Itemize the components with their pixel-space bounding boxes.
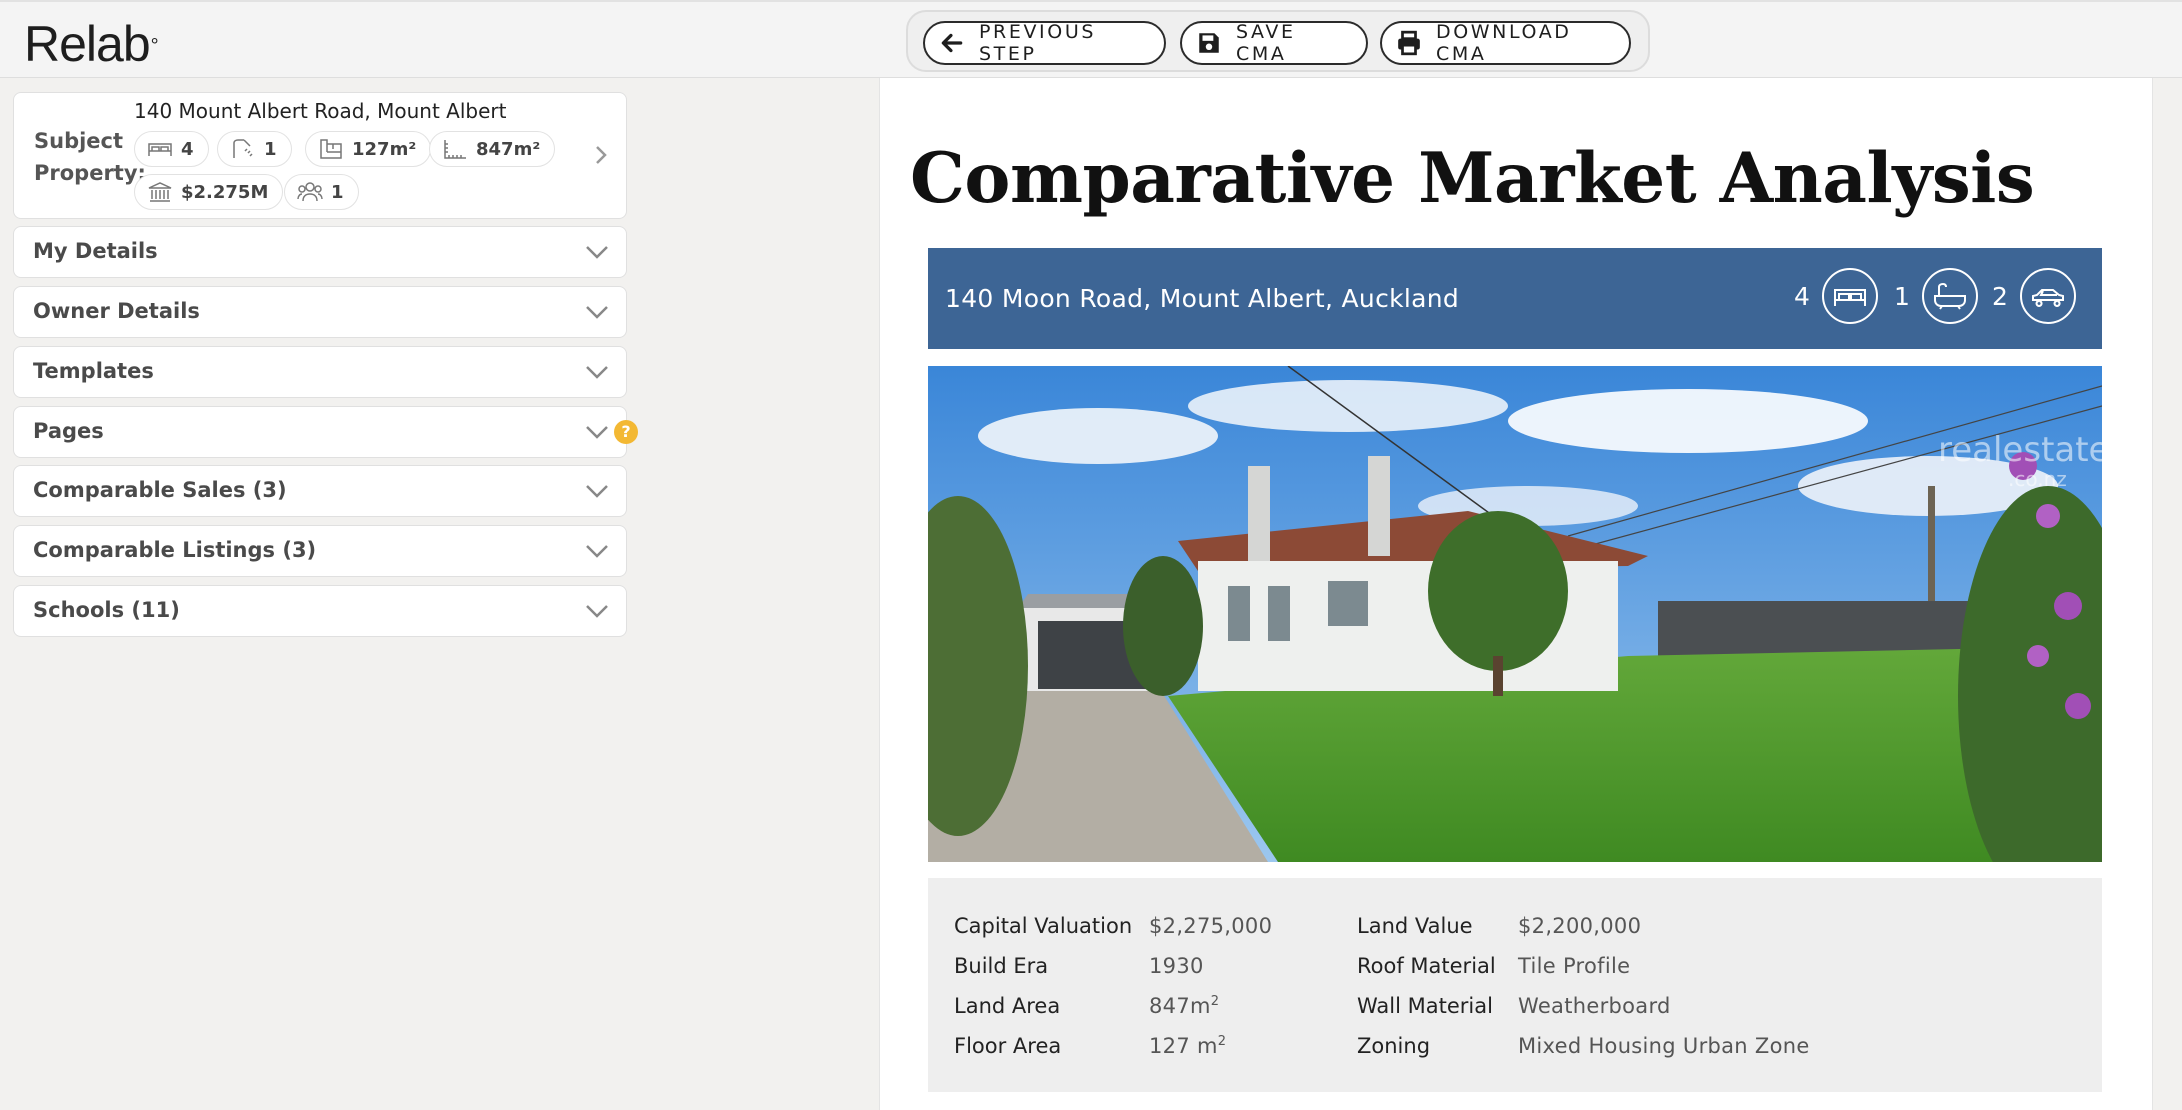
- squared-superscript: 2: [1210, 994, 1220, 1009]
- bank-icon: [148, 182, 172, 202]
- accordion-owner-details-label: Owner Details: [33, 299, 200, 323]
- cars-feature: 2: [1992, 268, 2076, 324]
- help-icon[interactable]: ?: [614, 420, 638, 444]
- beds-count: 4: [1794, 281, 1810, 311]
- accordion-owner-details[interactable]: Owner Details: [13, 286, 627, 338]
- capital-valuation-label: Capital Valuation: [954, 914, 1133, 938]
- bathtub-icon: [1921, 268, 1978, 324]
- car-icon: [2019, 268, 2076, 324]
- floor-area-label: Floor Area: [954, 1034, 1062, 1058]
- chevron-down-icon: [586, 426, 608, 439]
- printer-icon: [1398, 30, 1420, 56]
- accordion-my-details[interactable]: My Details: [13, 226, 627, 278]
- squared-superscript: 2: [1217, 1034, 1227, 1049]
- land-area-chip: 847m²: [429, 131, 556, 167]
- property-address: 140 Moon Road, Mount Albert, Auckland: [945, 284, 1460, 313]
- chevron-down-icon: [586, 545, 608, 558]
- land-area-value: 847m²: [476, 138, 541, 160]
- house-photo-illustration: realestate .co.nz: [928, 366, 2102, 862]
- download-cma-button[interactable]: DOWNLOAD CMA: [1380, 21, 1631, 65]
- bed-icon: [148, 143, 172, 156]
- accordion-comparable-listings[interactable]: Comparable Listings (3): [13, 525, 627, 577]
- logo-text: Relab: [24, 16, 151, 72]
- save-cma-button[interactable]: SAVE CMA: [1180, 21, 1368, 65]
- roof-material-value: Tile Profile: [1518, 954, 1631, 978]
- baths-value: 1: [264, 138, 277, 160]
- accordion-my-details-label: My Details: [33, 239, 158, 263]
- property-photo: realestate .co.nz: [928, 366, 2102, 862]
- land-area-number: 847m: [1149, 994, 1211, 1018]
- floor-plan-icon: [320, 139, 342, 159]
- chevron-down-icon: [586, 366, 608, 379]
- valuation-value: $2.275M: [181, 181, 269, 203]
- subject-property-label: Subject Property:: [34, 129, 146, 185]
- build-era-value: 1930: [1149, 954, 1204, 978]
- floor-area-value: 127 m2: [1149, 1034, 1226, 1058]
- land-ruler-icon: [444, 140, 466, 159]
- wall-material-label: Wall Material: [1357, 994, 1493, 1018]
- accordion-templates[interactable]: Templates: [13, 346, 627, 398]
- wall-material-value: Weatherboard: [1518, 994, 1671, 1018]
- people-icon: [297, 182, 323, 202]
- floor-area-value: 127m²: [352, 138, 417, 160]
- land-area-value: 847m2: [1149, 994, 1219, 1018]
- land-value-value: $2,200,000: [1518, 914, 1642, 938]
- accordion-pages-label: Pages: [33, 419, 104, 443]
- realestate-watermark: realestate: [1938, 430, 2102, 470]
- roof-material-label: Roof Material: [1357, 954, 1496, 978]
- bed-icon: [1821, 268, 1878, 324]
- subject-address: 140 Mount Albert Road, Mount Albert: [134, 99, 507, 123]
- owners-chip: 1: [284, 174, 359, 210]
- valuation-chip: $2.275M: [134, 174, 284, 210]
- document-title: Comparative Market Analysis: [910, 138, 2035, 219]
- owners-value: 1: [331, 181, 344, 203]
- property-details-panel: Capital Valuation $2,275,000 Build Era 1…: [928, 878, 2102, 1092]
- accordion-templates-label: Templates: [33, 359, 154, 383]
- top-bar: Relab° PREVIOUS STEP SAVE CMA DOWNLOAD C…: [0, 0, 2182, 78]
- baths-count: 1: [1894, 281, 1910, 311]
- baths-chip: 1: [217, 131, 292, 167]
- accordion-pages[interactable]: Pages: [13, 406, 627, 458]
- cma-action-group: PREVIOUS STEP SAVE CMA DOWNLOAD CMA: [906, 10, 1650, 72]
- capital-valuation-value: $2,275,000: [1149, 914, 1273, 938]
- zoning-value: Mixed Housing Urban Zone: [1518, 1034, 1810, 1058]
- arrow-left-icon: [941, 33, 963, 53]
- accordion-comparable-sales-label: Comparable Sales (3): [33, 478, 287, 502]
- beds-value: 4: [181, 138, 194, 160]
- zoning-label: Zoning: [1357, 1034, 1431, 1058]
- save-cma-label: SAVE CMA: [1236, 21, 1296, 65]
- land-value-label: Land Value: [1357, 914, 1473, 938]
- baths-feature: 1: [1894, 268, 1978, 324]
- subject-property-card[interactable]: Subject Property: 140 Mount Albert Road,…: [13, 92, 627, 219]
- realestate-watermark-sub: .co.nz: [2008, 467, 2067, 491]
- relab-logo[interactable]: Relab°: [24, 16, 159, 72]
- previous-step-label: PREVIOUS STEP: [979, 21, 1096, 65]
- floor-area-chip: 127m²: [305, 131, 432, 167]
- cma-document-preview: Comparative Market Analysis 140 Moon Roa…: [879, 78, 2153, 1110]
- accordion-comparable-sales[interactable]: Comparable Sales (3): [13, 465, 627, 517]
- chevron-down-icon: [586, 246, 608, 259]
- floppy-disk-icon: [1199, 33, 1219, 53]
- shower-icon: [233, 139, 253, 158]
- accordion-schools[interactable]: Schools (11): [13, 585, 627, 637]
- chevron-down-icon: [586, 605, 608, 618]
- beds-chip: 4: [134, 131, 209, 167]
- download-cma-label: DOWNLOAD CMA: [1436, 21, 1572, 65]
- chevron-down-icon: [586, 485, 608, 498]
- beds-feature: 4: [1794, 268, 1878, 324]
- accordion-comparable-listings-label: Comparable Listings (3): [33, 538, 317, 562]
- chevron-right-icon[interactable]: [590, 141, 612, 169]
- build-era-label: Build Era: [954, 954, 1049, 978]
- floor-area-number: 127 m: [1149, 1034, 1218, 1058]
- chevron-down-icon: [586, 306, 608, 319]
- land-area-label: Land Area: [954, 994, 1061, 1018]
- cars-count: 2: [1992, 281, 2008, 311]
- accordion-schools-label: Schools (11): [33, 598, 180, 622]
- property-address-bar: 140 Moon Road, Mount Albert, Auckland 4 …: [928, 248, 2102, 349]
- previous-step-button[interactable]: PREVIOUS STEP: [923, 21, 1166, 65]
- logo-mark: °: [150, 35, 159, 57]
